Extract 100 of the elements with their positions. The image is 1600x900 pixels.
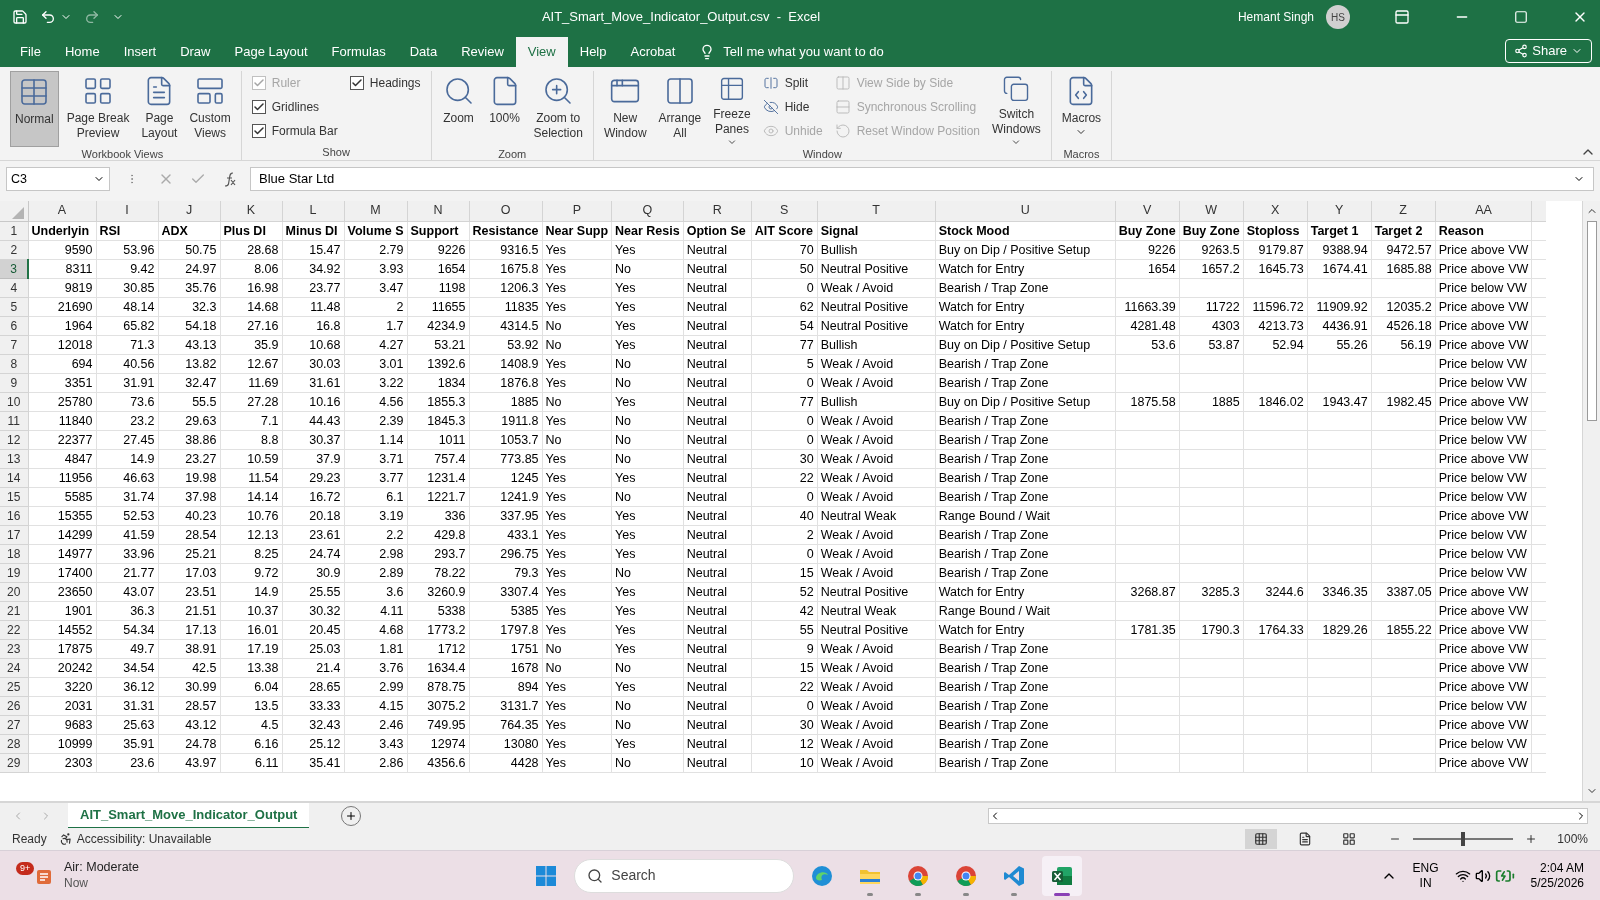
ribbon-button[interactable]: Page Break Preview [62,71,134,147]
table-cell: 40.23 [185,508,217,523]
ribbon-button[interactable]: Page Layout [137,71,182,147]
table-cell: 15.47 [309,242,341,257]
ribbon-tab[interactable]: Review [449,37,516,67]
undo-icon[interactable] [40,9,56,25]
table-cell: 4356.6 [427,755,466,770]
column-header[interactable]: P [542,201,612,221]
table-cell: Yes [545,698,566,713]
ribbon-button[interactable]: New Window [599,71,651,147]
table-cell: Price below VW [1438,698,1527,713]
ribbon-tab[interactable]: Insert [111,37,169,67]
ribbon-display-icon[interactable] [1394,9,1410,25]
ribbon-button[interactable]: Zoom to Selection [529,71,587,147]
column-header[interactable]: K [220,201,282,221]
ribbon-button[interactable]: Zoom [437,71,480,147]
table-cell: 31.61 [309,375,341,390]
table-cell: 17875 [57,641,93,656]
table-cell: No [615,717,632,732]
column-header[interactable]: U [935,201,1116,221]
ribbon-tab[interactable]: Formulas [319,37,398,67]
column-header[interactable]: O [469,201,543,221]
ribbon-tab[interactable]: Data [397,37,450,67]
column-header[interactable]: X [1243,201,1308,221]
checkbox[interactable]: Headings [349,71,421,95]
table-cell: Weak / Avoid [820,641,894,656]
zoom-slider-thumb[interactable] [1461,832,1466,846]
checkbox[interactable]: Formula Bar [251,119,338,143]
column-header[interactable]: V [1115,201,1180,221]
table-cell: 11956 [58,470,93,485]
app-icon[interactable] [1042,855,1083,896]
share-button[interactable]: Share [1505,39,1592,63]
table-cell: 35.91 [123,736,155,751]
maximize-icon[interactable] [1514,10,1528,24]
zoom-level[interactable]: 100% [1557,830,1588,848]
table-cell: Price above VW [1438,603,1529,618]
table-cell: 10.37 [247,603,279,618]
ribbon-button[interactable]: Hide [762,95,823,119]
language-indicator[interactable]: ENG [1412,860,1439,876]
ribbon-button[interactable]: Normal [10,71,59,147]
column-header[interactable]: R [683,201,752,221]
column-header[interactable]: Y [1307,201,1372,221]
start-icon[interactable] [534,863,559,888]
ribbon-tab[interactable]: Home [52,37,112,67]
table-cell: 1875.58 [1130,394,1176,409]
table-cell: 32.47 [185,375,217,390]
column-header[interactable]: S [751,201,818,221]
ribbon-tab[interactable]: File [8,37,53,67]
table-cell: Buy Zone [1182,223,1240,238]
table-cell: 4281.48 [1130,318,1176,333]
clock-time[interactable]: 2:04 AM [1539,860,1584,876]
save-icon[interactable] [12,9,28,25]
table-cell: 48.14 [123,299,155,314]
ribbon-button[interactable]: Freeze Panes [709,71,755,147]
column-header[interactable]: AA [1435,201,1532,221]
name-box[interactable]: C3 [6,167,110,191]
ribbon-tab[interactable]: Acrobat [618,37,688,67]
language-indicator[interactable]: IN [1419,875,1432,891]
table-cell: 2.39 [379,413,404,428]
column-header[interactable]: Z [1371,201,1436,221]
sheet-tab[interactable]: AIT_Smart_Move_Indicator_Output [68,802,310,829]
ribbon-button[interactable]: 100% [483,71,526,147]
ribbon-button[interactable]: Arrange All [654,71,706,147]
ribbon-button[interactable]: Split [762,71,823,95]
column-header[interactable]: N [407,201,470,221]
column-header[interactable]: Q [611,201,684,221]
table-cell: Yes [545,755,566,770]
scroll-thumb[interactable] [1586,221,1597,421]
horizontal-scrollbar[interactable] [988,807,1588,824]
table-cell: 2.2 [386,527,404,542]
view-button[interactable] [1245,829,1278,849]
formula-field[interactable]: Blue Star Ltd [250,167,1594,191]
table-cell: 9 [806,641,814,656]
column-header[interactable]: M [344,201,408,221]
zoom-in-icon[interactable] [1525,833,1538,845]
ribbon-tab[interactable]: Help [567,37,619,67]
column-header[interactable]: T [817,201,936,221]
table-cell: 4303 [1211,318,1240,333]
table-cell: 53.6 [1151,337,1176,352]
column-header[interactable]: I [96,201,158,221]
column-header[interactable]: W [1179,201,1244,221]
ribbon-tab[interactable]: View [515,37,568,67]
ribbon-tab[interactable]: Page Layout [222,37,320,67]
volume-icon[interactable] [1474,867,1491,884]
ribbon-button[interactable]: Switch Windows [988,71,1045,147]
column-header[interactable]: A [28,201,96,221]
ribbon-button[interactable]: Macros [1057,71,1106,147]
ribbon-tab[interactable]: Draw [168,37,223,67]
clock-date[interactable]: 5/25/2026 [1530,875,1584,891]
taskbar-search-field[interactable]: Search [574,858,795,893]
table-cell: Weak / Avoid [820,527,894,542]
ribbon-button[interactable]: Custom Views [185,71,235,147]
column-header[interactable]: J [158,201,220,221]
vertical-scrollbar[interactable] [1582,201,1600,801]
tell-me-field[interactable]: Tell me what you want to do [723,42,884,62]
column-header[interactable]: L [282,201,344,221]
function-icon[interactable] [222,171,238,187]
checkbox[interactable]: Gridlines [251,95,338,119]
user-avatar[interactable]: HS [1326,5,1350,29]
accessibility-status[interactable]: Accessibility: Unavailable [58,830,212,848]
